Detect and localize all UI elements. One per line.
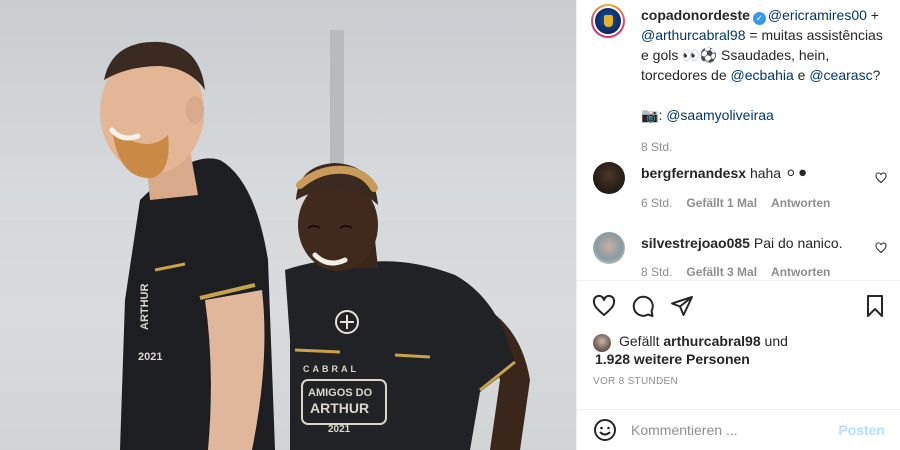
comment-meta: 6 Std. Gefällt 1 Mal Antworten — [641, 196, 830, 210]
comment-likes[interactable]: Gefällt 3 Mal — [686, 265, 757, 279]
verified-icon: ✓ — [752, 12, 766, 25]
likes-line: Gefällt arthurcabral98 und — [619, 332, 788, 350]
heart-icon[interactable] — [592, 294, 616, 318]
jersey-year-text: 2021 — [328, 424, 351, 435]
commenter-username[interactable]: silvestrejoao085 — [641, 235, 750, 251]
comment-form: Posten — [577, 410, 900, 450]
comment-item: silvestrejoao085 Pai do nanico. 8 Std. G… — [577, 230, 900, 280]
jersey-text-line1: AMIGOS DO — [308, 387, 373, 399]
commenter-avatar[interactable] — [593, 232, 625, 264]
comment-body: haha — [749, 165, 782, 181]
caption-text: + — [866, 7, 879, 23]
author-username[interactable]: copadonordeste — [641, 7, 750, 23]
jersey-text-left: ARTHUR — [139, 284, 151, 330]
post-image: CABRAL AMIGOS DO ARTHUR 2021 ARTHUR 2021 — [0, 30, 576, 450]
post-photo[interactable]: CABRAL AMIGOS DO ARTHUR 2021 ARTHUR 2021 — [0, 0, 576, 450]
post-caption: copadonordeste ✓ @ericramires00 + @arthurc… — [641, 5, 891, 157]
jersey-year-left: 2021 — [138, 351, 162, 363]
comment-input[interactable] — [631, 420, 831, 440]
post-sidebar: copadonordeste ✓ @ericramires00 + @arthurc… — [576, 0, 900, 450]
post-timestamp[interactable]: VOR 8 STUNDEN — [593, 376, 678, 387]
comment-text: bergfernandesx haha ⚪⚫ — [641, 165, 808, 182]
divider — [577, 280, 900, 281]
jersey-text-line2: ARTHUR — [310, 400, 369, 416]
caption-mention[interactable]: @ericramires00 — [768, 7, 867, 23]
caption-mention[interactable]: @saamyoliveiraa — [666, 107, 774, 123]
caption-timestamp[interactable]: 8 Std. — [641, 137, 891, 157]
reply-button[interactable]: Antworten — [771, 196, 830, 210]
share-icon[interactable] — [670, 294, 694, 318]
comment-time[interactable]: 8 Std. — [641, 265, 672, 279]
comment-likes[interactable]: Gefällt 1 Mal — [686, 196, 757, 210]
caption-mention[interactable]: @arthurcabral98 — [641, 27, 746, 43]
commenter-avatar[interactable] — [593, 162, 625, 194]
liker-username[interactable]: arthurcabral98 — [663, 333, 760, 349]
like-comment-icon[interactable] — [875, 172, 887, 184]
comment-emojis: ⚪⚫ — [784, 165, 809, 181]
comment-icon[interactable] — [631, 294, 655, 318]
reply-button[interactable]: Antworten — [771, 265, 830, 279]
comments-scroll-area[interactable]: copadonordeste ✓ @ericramires00 + @arthurc… — [577, 0, 900, 280]
likes-others[interactable]: 1.928 weitere Personen — [595, 350, 750, 368]
comment-time[interactable]: 6 Std. — [641, 196, 672, 210]
bookmark-icon[interactable] — [863, 294, 887, 318]
jersey-brand-text: CABRAL — [303, 364, 359, 374]
author-avatar[interactable] — [591, 4, 625, 38]
comment-body: Pai do nanico. — [753, 235, 843, 251]
action-bar — [577, 290, 900, 322]
caption-text: ? — [872, 67, 881, 83]
copa-logo-icon — [593, 6, 623, 36]
instagram-post: CABRAL AMIGOS DO ARTHUR 2021 ARTHUR 2021… — [0, 0, 900, 450]
emoji-icon[interactable] — [593, 418, 617, 442]
caption-mention[interactable]: @ecbahia — [731, 67, 794, 83]
likes-prefix: Gefällt — [619, 333, 660, 349]
commenter-username[interactable]: bergfernandesx — [641, 165, 746, 181]
caption-emojis: 👀⚽ — [682, 47, 718, 63]
comment-item: bergfernandesx haha ⚪⚫ 6 Std. Gefällt 1 … — [577, 160, 900, 220]
comment-text: silvestrejoao085 Pai do nanico. — [641, 235, 843, 251]
like-comment-icon[interactable] — [875, 242, 887, 254]
post-comment-button[interactable]: Posten — [838, 422, 885, 438]
caption-text: e — [793, 67, 810, 83]
likes-suffix: und — [764, 333, 788, 349]
caption-mention[interactable]: @cearasc — [809, 67, 872, 83]
camera-emoji: 📷 — [641, 107, 659, 123]
comment-meta: 8 Std. Gefällt 3 Mal Antworten — [641, 265, 830, 279]
